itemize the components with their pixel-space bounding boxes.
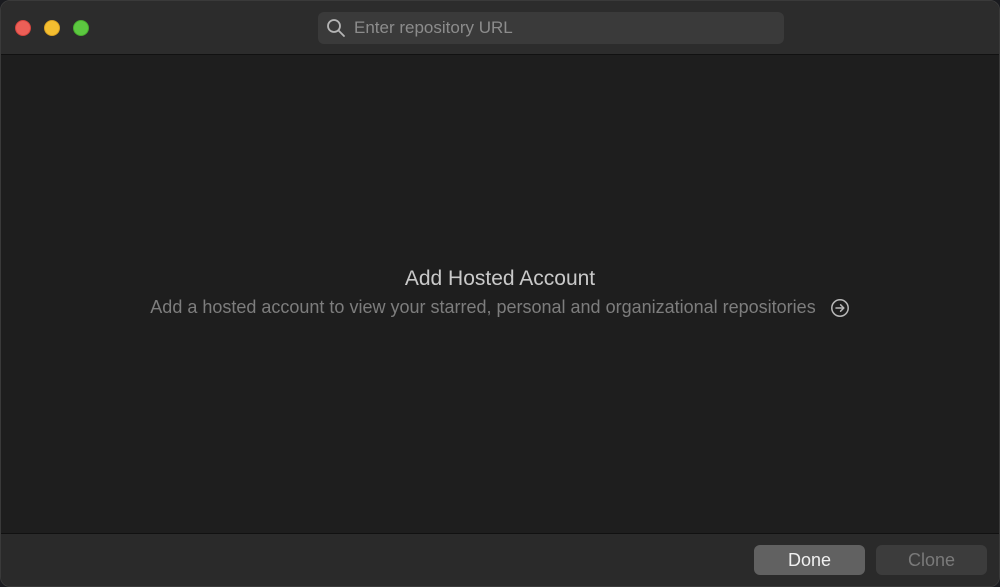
- footer-bar: Done Clone: [1, 533, 999, 586]
- search-field[interactable]: [318, 12, 784, 44]
- repository-url-input[interactable]: [354, 12, 774, 44]
- window: Add Hosted Account Add a hosted account …: [0, 0, 1000, 587]
- arrow-right-circle-icon[interactable]: [830, 298, 850, 318]
- search-icon: [327, 19, 345, 37]
- empty-state-subtitle: Add a hosted account to view your starre…: [150, 297, 816, 317]
- titlebar: [1, 1, 999, 55]
- minimize-window-button[interactable]: [44, 20, 60, 36]
- empty-state-row: Add a hosted account to view your starre…: [1, 297, 999, 318]
- main-content: Add Hosted Account Add a hosted account …: [1, 55, 999, 533]
- close-window-button[interactable]: [15, 20, 31, 36]
- clone-button[interactable]: Clone: [876, 545, 987, 575]
- empty-state-title: Add Hosted Account: [404, 267, 596, 290]
- zoom-window-button[interactable]: [73, 20, 89, 36]
- done-button[interactable]: Done: [754, 545, 865, 575]
